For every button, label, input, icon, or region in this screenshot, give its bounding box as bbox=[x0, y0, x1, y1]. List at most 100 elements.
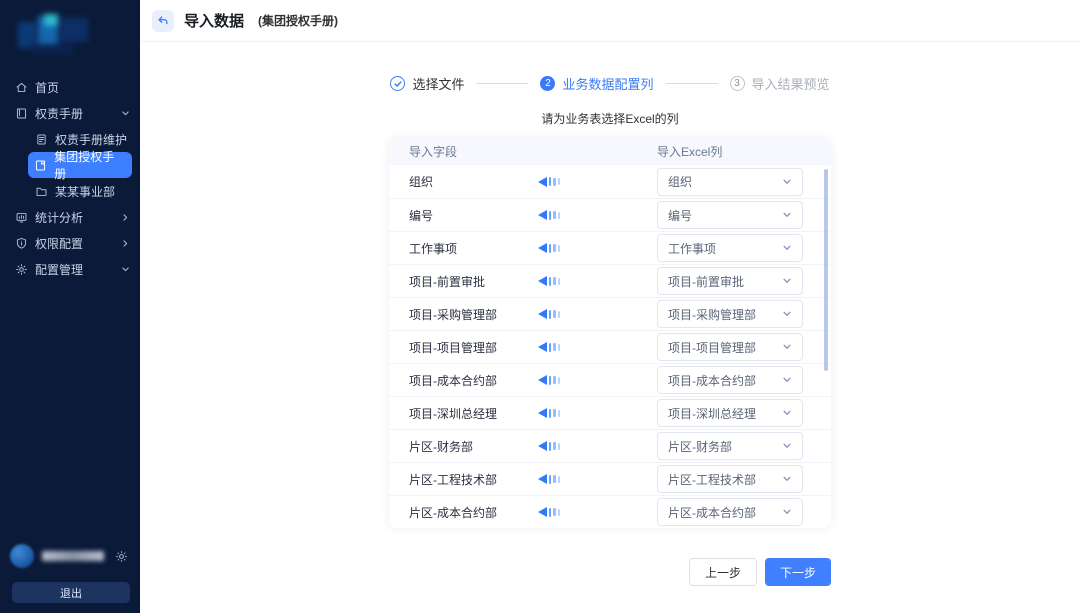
column-header-field: 导入字段 bbox=[389, 143, 519, 160]
table-body: 组织组织编号编号工作事项工作事项项目-前置审批项目-前置审批项目-采购管理部项目… bbox=[389, 165, 831, 528]
logout-button[interactable]: 退出 bbox=[12, 582, 130, 603]
chevron-down-icon bbox=[782, 243, 792, 253]
user-name bbox=[42, 551, 104, 561]
mapping-arrow-icon bbox=[519, 474, 579, 484]
import-field-label: 项目-前置审批 bbox=[389, 273, 519, 290]
chevron-down-icon bbox=[782, 210, 792, 220]
folder-icon bbox=[34, 184, 48, 198]
mapping-arrow-icon bbox=[519, 210, 579, 220]
sidebar-nav: 首页权责手册权责手册维护集团授权手册某某事业部统计分析权限配置配置管理 bbox=[0, 74, 140, 282]
excel-column-select[interactable]: 片区-成本合约部 bbox=[657, 498, 803, 526]
footer-buttons: 上一步 下一步 bbox=[389, 558, 831, 586]
excel-column-select[interactable]: 项目-前置审批 bbox=[657, 267, 803, 295]
mapping-arrow-icon bbox=[519, 408, 579, 418]
stats-icon bbox=[14, 210, 28, 224]
step-number: 2 bbox=[540, 76, 555, 91]
excel-column-select[interactable]: 项目-项目管理部 bbox=[657, 333, 803, 361]
mapping-row: 项目-成本合约部 项目-成本合约部 bbox=[389, 363, 831, 396]
sidebar-item[interactable]: 权责手册 bbox=[0, 100, 140, 126]
user-settings-gear-icon[interactable] bbox=[115, 550, 128, 563]
next-step-button[interactable]: 下一步 bbox=[765, 558, 831, 586]
mapping-row: 工作事项 工作事项 bbox=[389, 231, 831, 264]
sidebar-item-label: 权责手册维护 bbox=[55, 131, 127, 148]
import-field-label: 组织 bbox=[389, 173, 519, 190]
page-subtitle: (集团授权手册) bbox=[258, 12, 338, 29]
table-header: 导入字段 导入Excel列 bbox=[389, 138, 831, 165]
import-field-label: 项目-深圳总经理 bbox=[389, 405, 519, 422]
sidebar-item[interactable]: 集团授权手册 bbox=[28, 152, 132, 178]
chevron-right-icon bbox=[121, 239, 130, 248]
excel-column-value: 项目-成本合约部 bbox=[668, 372, 756, 389]
excel-column-value: 组织 bbox=[668, 173, 692, 190]
excel-column-value: 项目-项目管理部 bbox=[668, 339, 756, 356]
mapping-arrow-icon bbox=[519, 507, 579, 517]
column-header-excel: 导入Excel列 bbox=[657, 143, 722, 160]
chevron-down-icon bbox=[782, 474, 792, 484]
excel-column-value: 项目-前置审批 bbox=[668, 273, 744, 290]
avatar bbox=[10, 544, 34, 568]
undo-arrow-icon bbox=[157, 15, 169, 27]
mapping-row: 项目-深圳总经理 项目-深圳总经理 bbox=[389, 396, 831, 429]
import-field-label: 编号 bbox=[389, 207, 519, 224]
excel-column-select[interactable]: 项目-成本合约部 bbox=[657, 366, 803, 394]
sidebar-item-label: 统计分析 bbox=[35, 209, 83, 226]
manual-icon bbox=[34, 158, 47, 172]
excel-column-value: 片区-财务部 bbox=[668, 438, 732, 455]
app-root: 首页权责手册权责手册维护集团授权手册某某事业部统计分析权限配置配置管理 退出 导… bbox=[0, 0, 1080, 613]
chevron-down-icon bbox=[121, 109, 130, 118]
mapping-row: 片区-成本合约部片区-成本合约部 bbox=[389, 495, 831, 528]
excel-column-select[interactable]: 项目-深圳总经理 bbox=[657, 399, 803, 427]
chevron-right-icon bbox=[121, 213, 130, 222]
step-connector bbox=[666, 83, 718, 84]
import-field-label: 片区-财务部 bbox=[389, 438, 519, 455]
mapping-arrow-icon bbox=[519, 177, 579, 187]
excel-column-value: 项目-采购管理部 bbox=[668, 306, 756, 323]
stepper: 选择文件 2 业务数据配置列 3导入结果预览 bbox=[140, 74, 1080, 93]
import-field-label: 项目-成本合约部 bbox=[389, 372, 519, 389]
excel-column-select[interactable]: 编号 bbox=[657, 201, 803, 229]
excel-column-select[interactable]: 片区-财务部 bbox=[657, 432, 803, 460]
chevron-down-icon bbox=[782, 309, 792, 319]
sidebar-item-label: 权责手册 bbox=[35, 105, 83, 122]
app-logo bbox=[12, 14, 126, 58]
mapping-arrow-icon bbox=[519, 309, 579, 319]
chevron-down-icon bbox=[782, 441, 792, 451]
mapping-row: 片区-工程技术部片区-工程技术部 bbox=[389, 462, 831, 495]
sidebar-item[interactable]: 权限配置 bbox=[0, 230, 140, 256]
chevron-down-icon bbox=[782, 177, 792, 187]
mapping-arrow-icon bbox=[519, 441, 579, 451]
page-header: 导入数据 (集团授权手册) bbox=[140, 0, 1080, 42]
excel-column-select[interactable]: 项目-采购管理部 bbox=[657, 300, 803, 328]
mapping-row: 项目-前置审批 项目-前置审批 bbox=[389, 264, 831, 297]
import-field-label: 工作事项 bbox=[389, 240, 519, 257]
shield-icon bbox=[14, 236, 28, 250]
step-active: 2 业务数据配置列 bbox=[540, 74, 653, 93]
mapping-row: 组织 组织 bbox=[389, 165, 831, 198]
doc-icon bbox=[34, 132, 48, 146]
step-number: 3 bbox=[730, 76, 745, 91]
sidebar-item-label: 首页 bbox=[35, 79, 59, 96]
back-button[interactable] bbox=[152, 10, 174, 32]
excel-column-select[interactable]: 组织 bbox=[657, 168, 803, 196]
sidebar-item-label: 配置管理 bbox=[35, 261, 83, 278]
prev-step-button[interactable]: 上一步 bbox=[689, 558, 757, 586]
step-label: 业务数据配置列 bbox=[562, 74, 653, 93]
excel-column-select[interactable]: 工作事项 bbox=[657, 234, 803, 262]
step-pending: 3导入结果预览 bbox=[730, 74, 830, 93]
mapping-row: 项目-采购管理部项目-采购管理部 bbox=[389, 297, 831, 330]
chevron-down-icon bbox=[782, 342, 792, 352]
sidebar-item[interactable]: 配置管理 bbox=[0, 256, 140, 282]
sidebar-item-label: 权限配置 bbox=[35, 235, 83, 252]
sidebar-item[interactable]: 某某事业部 bbox=[28, 178, 140, 204]
sidebar-item[interactable]: 统计分析 bbox=[0, 204, 140, 230]
step-done: 选择文件 bbox=[390, 74, 464, 93]
excel-column-select[interactable]: 片区-工程技术部 bbox=[657, 465, 803, 493]
mapping-arrow-icon bbox=[519, 243, 579, 253]
main-area: 导入数据 (集团授权手册) 选择文件2业务数据配置列3导入结果预览 请为业务表选… bbox=[140, 0, 1080, 613]
sidebar-item[interactable]: 首页 bbox=[0, 74, 140, 100]
excel-column-value: 片区-成本合约部 bbox=[668, 504, 756, 521]
mapping-row: 编号 编号 bbox=[389, 198, 831, 231]
scrollbar-thumb[interactable] bbox=[824, 169, 828, 371]
page-title: 导入数据 bbox=[184, 10, 244, 31]
step-label: 选择文件 bbox=[412, 74, 464, 93]
